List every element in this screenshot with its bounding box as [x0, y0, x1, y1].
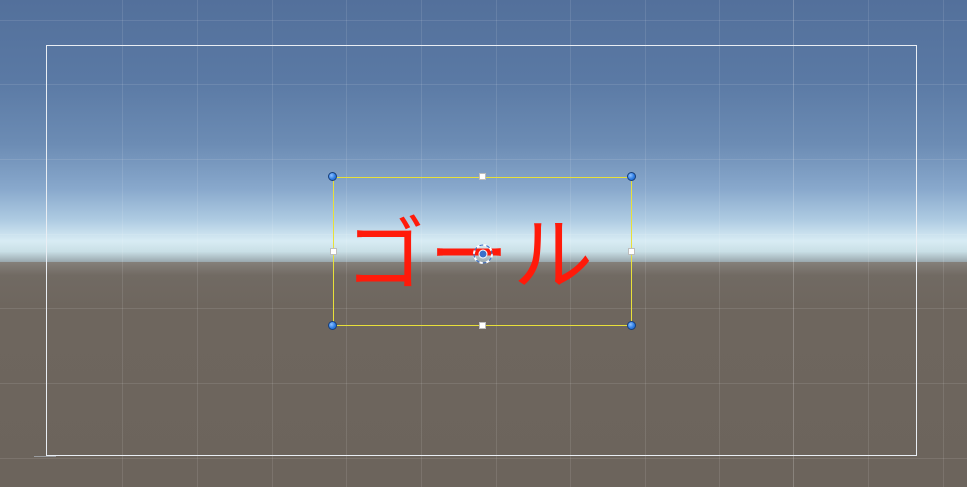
corner-handle-top-left[interactable]: [328, 172, 337, 181]
corner-handle-bottom-right[interactable]: [627, 321, 636, 330]
edge-handle-right[interactable]: [628, 248, 635, 255]
edge-handle-bottom[interactable]: [479, 322, 486, 329]
edge-handle-top[interactable]: [479, 173, 486, 180]
scene-origin-marker: [34, 456, 56, 457]
corner-handle-bottom-left[interactable]: [328, 321, 337, 330]
pivot-icon[interactable]: [470, 241, 496, 267]
edge-handle-left[interactable]: [330, 248, 337, 255]
corner-handle-top-right[interactable]: [627, 172, 636, 181]
scene-view[interactable]: ゴール: [0, 0, 967, 487]
